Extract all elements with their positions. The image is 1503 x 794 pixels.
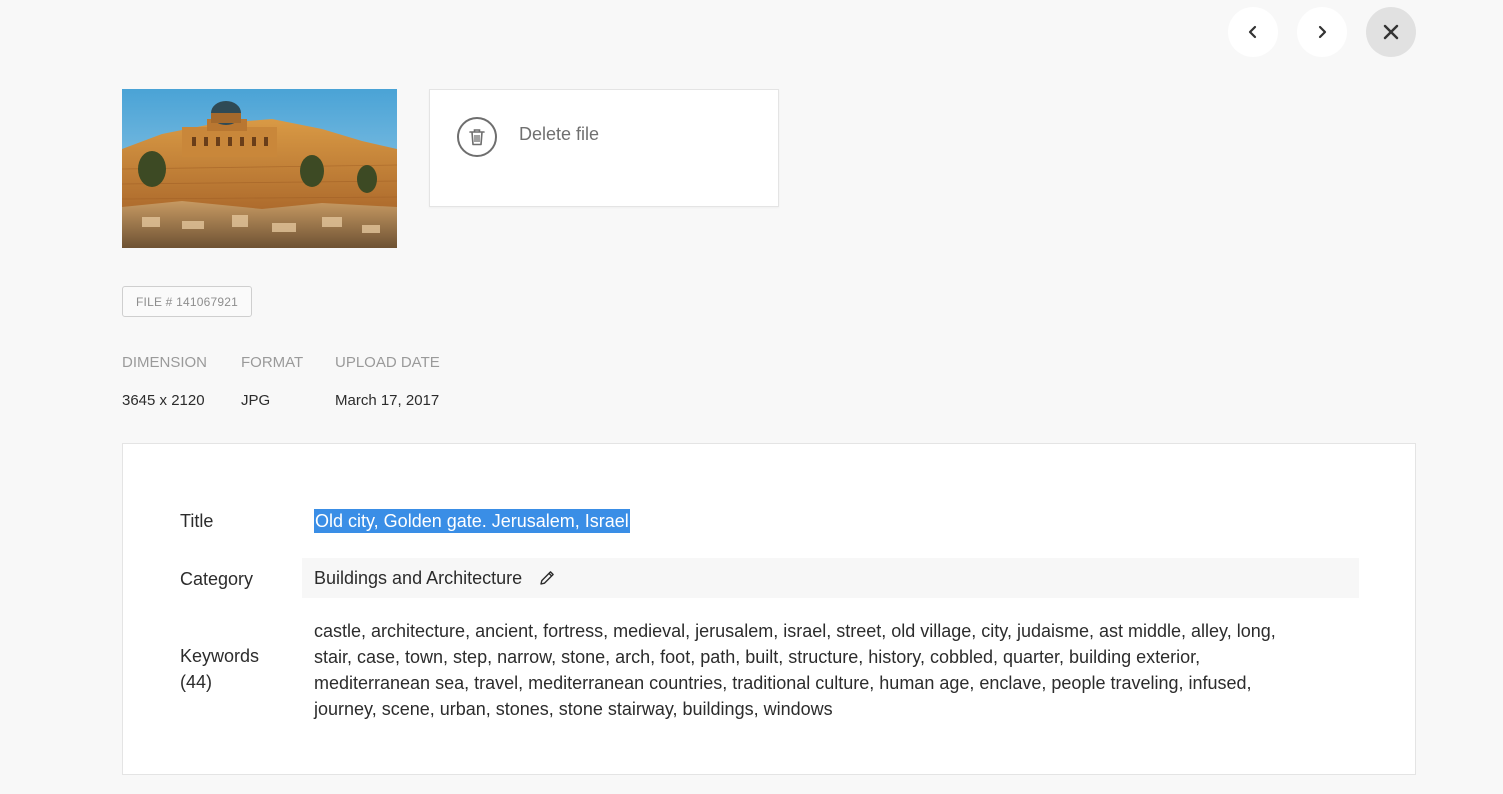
edit-category-button[interactable] xyxy=(536,567,558,589)
chevron-left-icon xyxy=(1248,25,1257,39)
asset-details-card: Title Old city, Golden gate. Jerusalem, … xyxy=(122,443,1416,775)
asset-detail-page: Delete file FILE # 141067921 DIMENSION F… xyxy=(0,0,1503,794)
upload-date-value: March 17, 2017 xyxy=(335,392,440,409)
format-label: FORMAT xyxy=(241,354,304,371)
format-value: JPG xyxy=(241,392,271,409)
delete-file-label: Delete file xyxy=(519,123,600,144)
category-field[interactable]: Buildings and Architecture xyxy=(302,558,1359,598)
asset-thumbnail xyxy=(122,89,397,248)
title-label: Title xyxy=(180,511,214,531)
keywords-count: (44) xyxy=(180,672,213,692)
category-value: Buildings and Architecture xyxy=(314,567,523,588)
pencil-icon xyxy=(540,571,554,585)
dimension-value: 3645 x 2120 xyxy=(122,392,205,409)
keywords-label-text: Keywords xyxy=(180,646,260,666)
dimension-label: DIMENSION xyxy=(122,354,208,371)
upload-date-label: UPLOAD DATE xyxy=(335,354,440,371)
file-actions-card: Delete file xyxy=(429,89,779,207)
keywords-field[interactable]: castle, architecture, ancient, fortress,… xyxy=(314,618,1304,722)
next-button[interactable] xyxy=(1297,7,1347,57)
title-field[interactable]: Old city, Golden gate. Jerusalem, Israel xyxy=(314,509,630,533)
trash-icon xyxy=(457,117,497,157)
close-icon xyxy=(1383,24,1399,40)
keywords-label: Keywords (44) xyxy=(180,643,259,695)
previous-button[interactable] xyxy=(1228,7,1278,57)
file-number-badge: FILE # 141067921 xyxy=(122,286,252,317)
close-button[interactable] xyxy=(1366,7,1416,57)
delete-file-button[interactable]: Delete file xyxy=(457,117,599,157)
category-label: Category xyxy=(180,569,254,589)
chevron-right-icon xyxy=(1318,25,1327,39)
